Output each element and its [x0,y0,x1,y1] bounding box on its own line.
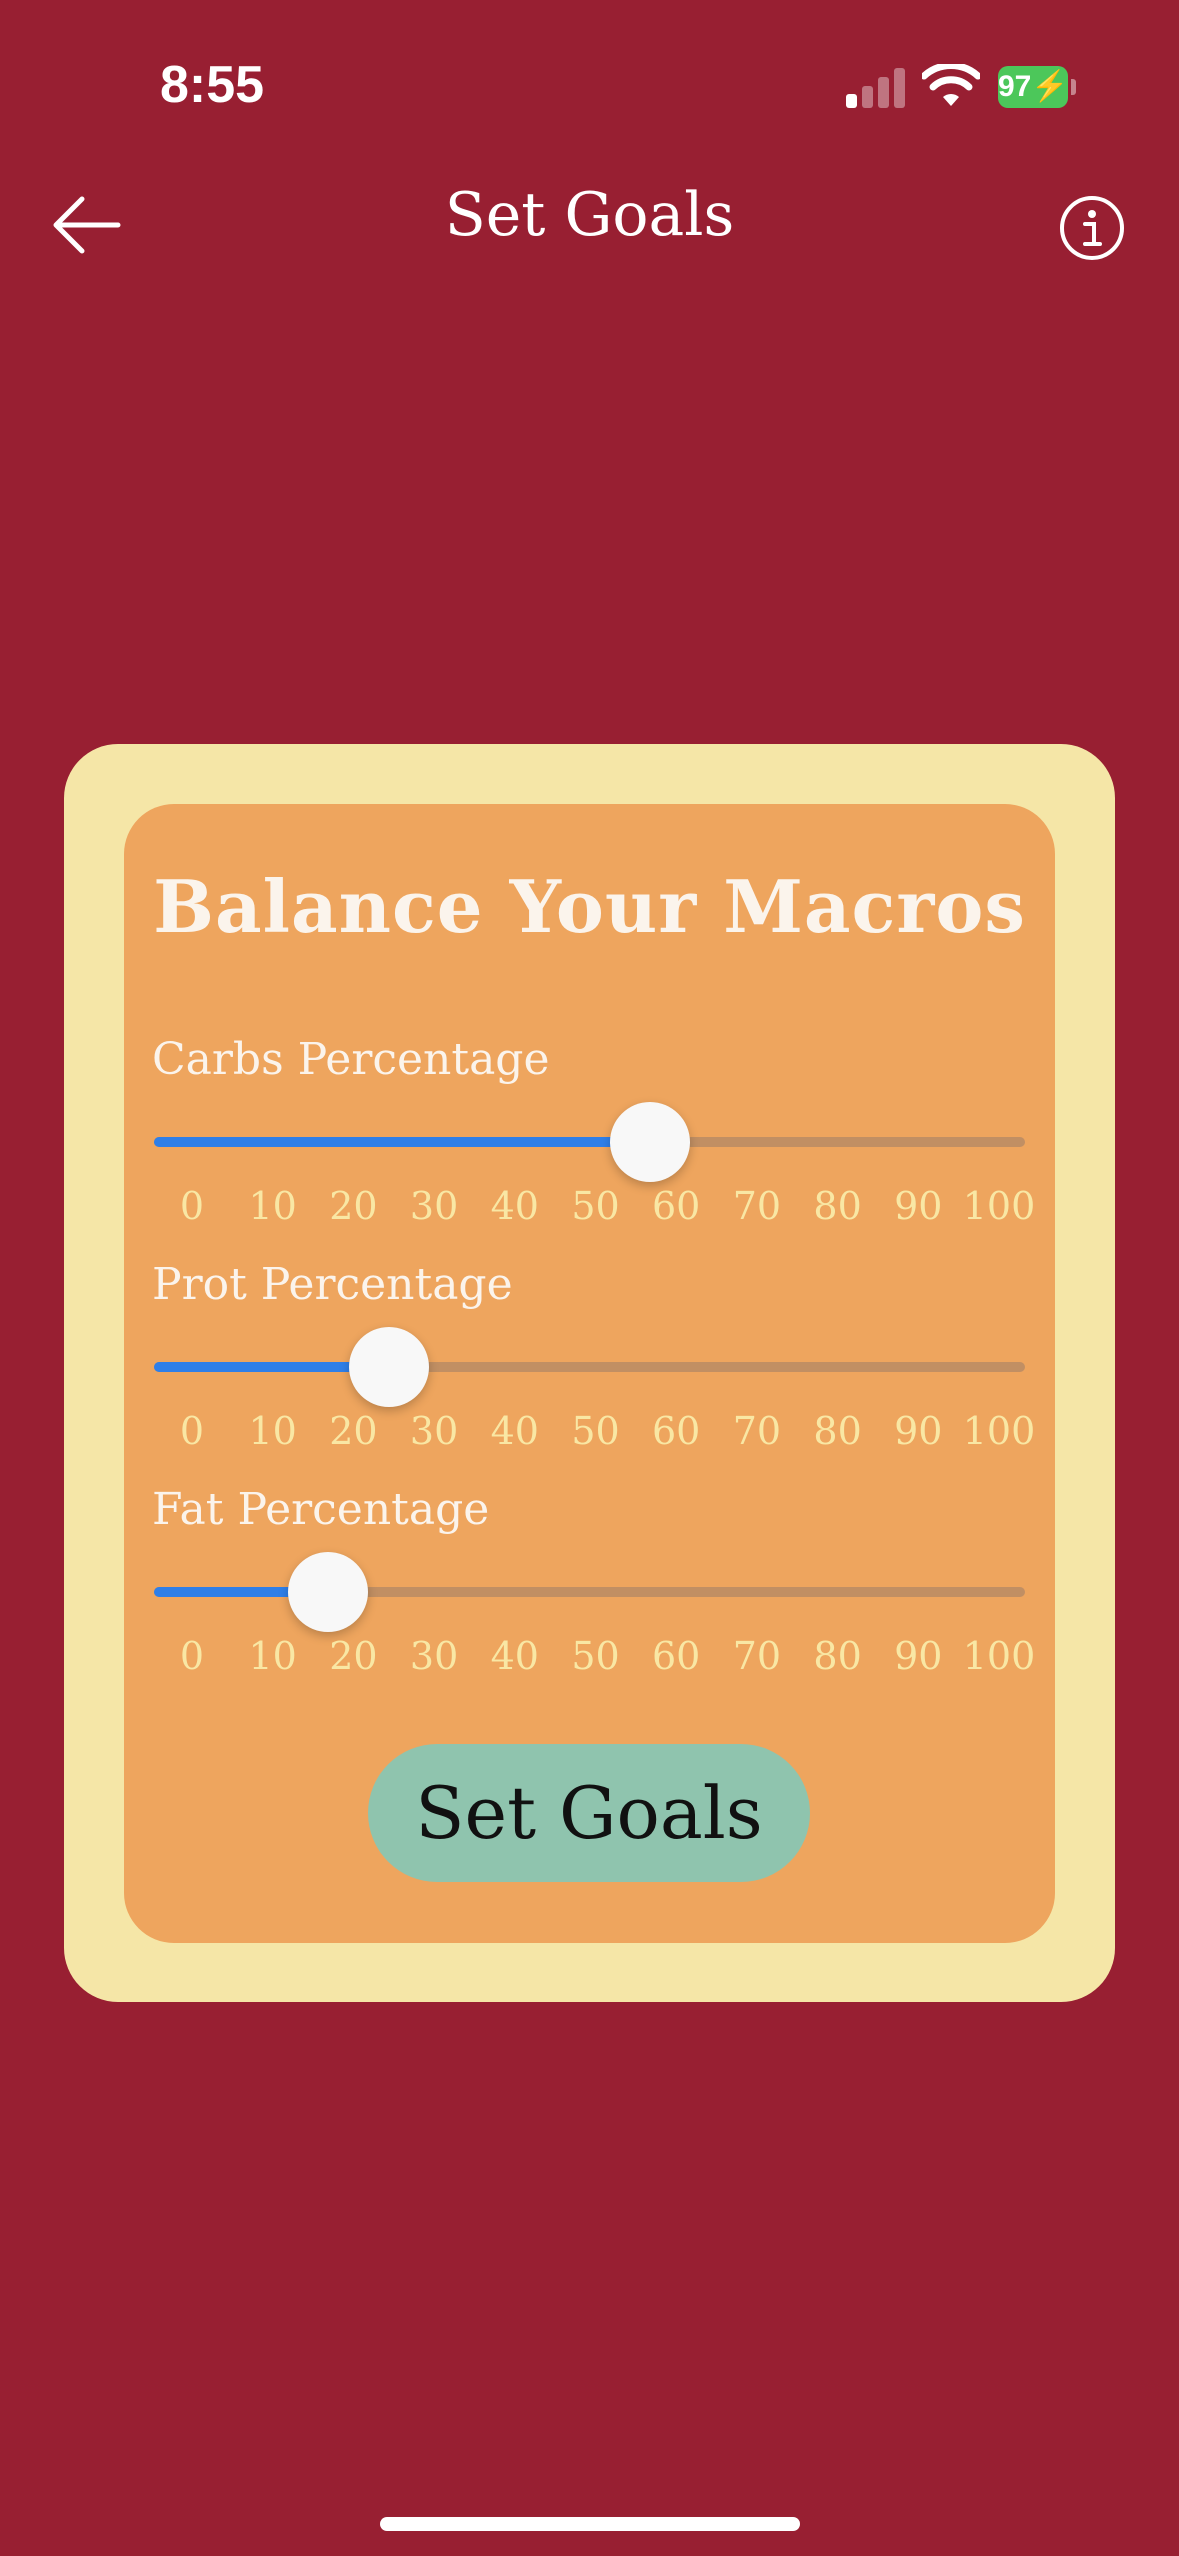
tick-label: 80 [813,1184,862,1228]
carbs-slider[interactable] [154,1102,1025,1182]
carbs-slider-ticks: 0 10 20 30 40 50 60 70 80 90 100 [124,1184,1055,1234]
tick-label: 50 [571,1634,620,1678]
tick-label: 0 [179,1184,205,1228]
tick-label: 70 [732,1184,782,1228]
tick-label: 20 [329,1184,378,1228]
tick-label: 90 [894,1634,943,1678]
fat-slider-thumb[interactable] [288,1552,369,1632]
tick-label: 100 [962,1184,1036,1228]
home-indicator[interactable] [380,2517,800,2531]
carbs-slider-thumb[interactable] [610,1102,691,1182]
tick-label: 90 [894,1409,943,1453]
tick-label: 40 [490,1409,539,1453]
prot-slider-thumb[interactable] [349,1327,430,1407]
tick-label: 30 [409,1184,459,1228]
carbs-slider-label: Carbs Percentage [152,1034,550,1085]
page-title: Set Goals [444,180,735,250]
tick-label: 60 [652,1409,701,1453]
tick-label: 90 [894,1184,943,1228]
carbs-slider-fill [154,1137,651,1147]
tick-label: 60 [652,1634,701,1678]
battery-icon: 97⚡ [998,66,1076,108]
tick-label: 80 [813,1409,862,1453]
info-button[interactable] [1058,194,1126,262]
tick-label: 100 [962,1634,1036,1678]
tick-label: 10 [248,1409,297,1453]
tick-label: 100 [962,1409,1036,1453]
prot-slider[interactable] [154,1327,1025,1407]
info-circle-icon [1060,196,1124,260]
tick-label: 40 [490,1184,539,1228]
fat-slider[interactable] [154,1552,1025,1632]
tick-label: 20 [329,1634,378,1678]
tick-label: 30 [409,1409,459,1453]
status-time: 8:55 [160,56,265,114]
set-goals-button[interactable]: Set Goals [368,1744,810,1882]
tick-label: 10 [248,1634,297,1678]
tick-label: 50 [571,1409,620,1453]
prot-slider-ticks: 0 10 20 30 40 50 60 70 80 90 100 [124,1409,1055,1459]
tick-label: 70 [732,1409,782,1453]
tick-label: 80 [813,1634,862,1678]
battery-level: 97 [998,70,1032,103]
tick-label: 10 [248,1184,297,1228]
tick-label: 40 [490,1634,539,1678]
fat-slider-ticks: 0 10 20 30 40 50 60 70 80 90 100 [124,1634,1055,1684]
tick-label: 70 [732,1634,782,1678]
tick-label: 60 [652,1184,701,1228]
cellular-signal-icon [846,66,906,108]
macros-card: Balance Your Macros Carbs Percentage 0 10… [124,804,1055,1943]
tick-label: 30 [409,1634,459,1678]
tick-label: 0 [179,1634,205,1678]
fat-slider-label: Fat Percentage [152,1484,490,1535]
prot-slider-label: Prot Percentage [152,1259,513,1310]
wifi-icon [922,64,980,106]
tick-label: 50 [571,1184,620,1228]
tick-label: 0 [179,1409,205,1453]
tick-label: 20 [329,1409,378,1453]
card-title: Balance Your Macros [153,864,1026,949]
